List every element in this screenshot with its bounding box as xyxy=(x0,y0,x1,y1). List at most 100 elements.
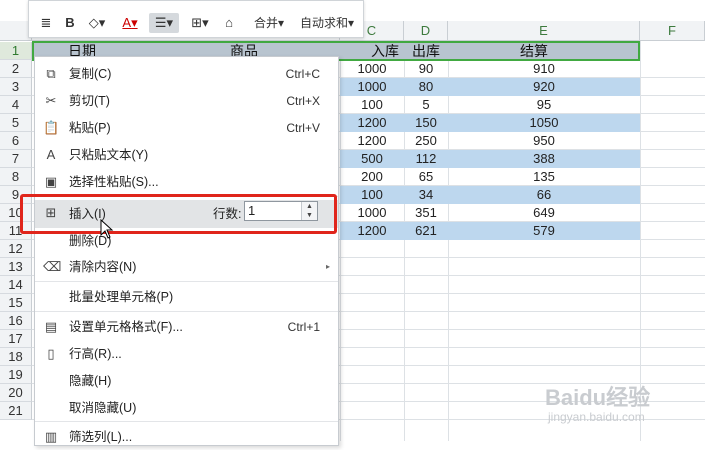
menu-cut-label: 剪切(T) xyxy=(69,94,110,108)
row-header-20[interactable]: 20 xyxy=(0,384,32,402)
cell-d[interactable]: 150 xyxy=(404,114,448,132)
menu-unhide-label: 取消隐藏(U) xyxy=(69,401,137,415)
row-header-6[interactable]: 6 xyxy=(0,132,32,150)
menu-filter-label: 筛选列(L)... xyxy=(69,430,133,444)
cell-c[interactable]: 200 xyxy=(340,168,404,186)
cell-c[interactable]: 500 xyxy=(340,150,404,168)
cell-d[interactable]: 621 xyxy=(404,222,448,240)
cell-e[interactable]: 135 xyxy=(448,168,640,186)
row-header-2[interactable]: 2 xyxy=(0,60,32,78)
merge-button[interactable]: 合并▾ xyxy=(249,13,289,33)
menu-copy[interactable]: ⧉ 复制(C) Ctrl+C xyxy=(35,61,338,87)
cell-c[interactable]: 100 xyxy=(340,96,404,114)
header-out: 出库 xyxy=(412,43,440,59)
header-result: 结算 xyxy=(520,43,548,59)
cell-d[interactable]: 65 xyxy=(404,168,448,186)
eraser-icon: ⌫ xyxy=(43,259,62,274)
menu-batch[interactable]: 批量处理单元格(P) xyxy=(35,284,338,310)
cell-d[interactable]: 112 xyxy=(404,150,448,168)
cell-c[interactable]: 1000 xyxy=(340,204,404,222)
menu-hide[interactable]: 隐藏(H) xyxy=(35,368,338,394)
cell-d[interactable]: 34 xyxy=(404,186,448,204)
header-in: 入库 xyxy=(371,43,399,59)
menu-paste-special[interactable]: ▣ 选择性粘贴(S)... xyxy=(35,169,338,195)
row-header-16[interactable]: 16 xyxy=(0,312,32,330)
row-header-14[interactable]: 14 xyxy=(0,276,32,294)
menu-paste-label: 粘贴(P) xyxy=(69,121,111,135)
cell-e[interactable]: 950 xyxy=(448,132,640,150)
cell-c[interactable]: 1200 xyxy=(340,132,404,150)
menu-copy-label: 复制(C) xyxy=(69,67,112,81)
row-header-4[interactable]: 4 xyxy=(0,96,32,114)
cell-e[interactable]: 95 xyxy=(448,96,640,114)
row-header-13[interactable]: 13 xyxy=(0,258,32,276)
highlight-box xyxy=(20,194,337,234)
cell-c[interactable]: 100 xyxy=(340,186,404,204)
cell-e[interactable]: 649 xyxy=(448,204,640,222)
cell-c[interactable]: 1200 xyxy=(340,222,404,240)
cell-e[interactable]: 920 xyxy=(448,78,640,96)
autosum-button[interactable]: 自动求和▾ xyxy=(295,13,359,33)
menu-cut[interactable]: ✂ 剪切(T) Ctrl+X xyxy=(35,88,338,114)
menu-batch-label: 批量处理单元格(P) xyxy=(69,290,174,304)
col-header-f[interactable]: F xyxy=(640,21,705,41)
cell-d[interactable]: 90 xyxy=(404,60,448,78)
scissors-icon: ✂ xyxy=(45,93,57,108)
autosum-label: 自动求和 xyxy=(299,16,348,30)
paste-special-icon: ▣ xyxy=(44,174,58,189)
cell-e[interactable]: 910 xyxy=(448,60,640,78)
context-menu: ⧉ 复制(C) Ctrl+C ✂ 剪切(T) Ctrl+X 📋 粘贴(P) Ct… xyxy=(34,56,339,446)
cell-c[interactable]: 1200 xyxy=(340,114,404,132)
cell-e[interactable]: 1050 xyxy=(448,114,640,132)
cell-c[interactable]: 1000 xyxy=(340,60,404,78)
menu-hide-label: 隐藏(H) xyxy=(69,374,112,388)
row-header-3[interactable]: 3 xyxy=(0,78,32,96)
menu-filter[interactable]: ▥ 筛选列(L)... xyxy=(35,424,338,450)
copy-icon: ⧉ xyxy=(46,66,56,81)
cell-d[interactable]: 80 xyxy=(404,78,448,96)
menu-paste-text-label: 只粘贴文本(Y) xyxy=(69,148,149,162)
menu-clear[interactable]: ⌫ 清除内容(N) ▸ xyxy=(35,254,338,280)
row-header-21[interactable]: 21 xyxy=(0,402,32,420)
row-header-15[interactable]: 15 xyxy=(0,294,32,312)
row-header-8[interactable]: 8 xyxy=(0,168,32,186)
row-header-19[interactable]: 19 xyxy=(0,366,32,384)
row-header-5[interactable]: 5 xyxy=(0,114,32,132)
menu-format-shortcut: Ctrl+1 xyxy=(287,320,320,334)
menu-clear-label: 清除内容(N) xyxy=(69,260,137,274)
fill-color-icon[interactable]: ◇▾ xyxy=(83,13,111,33)
cell-e[interactable]: 66 xyxy=(448,186,640,204)
wrap-text-icon[interactable]: ≣ xyxy=(35,13,57,33)
format-painter-icon[interactable]: ⌂ xyxy=(219,13,239,33)
cell-e[interactable]: 579 xyxy=(448,222,640,240)
borders-icon[interactable]: ⊞▾ xyxy=(185,13,215,33)
submenu-arrow-icon: ▸ xyxy=(325,262,330,271)
font-color-button[interactable]: A▾ xyxy=(117,13,143,33)
mouse-cursor-icon xyxy=(100,219,114,239)
menu-paste-text[interactable]: A 只粘贴文本(Y) xyxy=(35,142,338,168)
cell-c[interactable]: 1000 xyxy=(340,78,404,96)
row-header-18[interactable]: 18 xyxy=(0,348,32,366)
menu-unhide[interactable]: 取消隐藏(U) xyxy=(35,395,338,421)
row-header-12[interactable]: 12 xyxy=(0,240,32,258)
paste-text-icon: A xyxy=(46,147,56,162)
clipboard-icon: 📋 xyxy=(43,120,60,135)
cell-d[interactable]: 351 xyxy=(404,204,448,222)
col-header-d[interactable]: D xyxy=(404,21,448,41)
watermark-url: jingyan.baidu.com xyxy=(548,410,645,424)
menu-paste[interactable]: 📋 粘贴(P) Ctrl+V xyxy=(35,115,338,141)
font-color-label: A xyxy=(122,15,132,30)
row-header-7[interactable]: 7 xyxy=(0,150,32,168)
menu-row-height[interactable]: ▯ 行高(R)... xyxy=(35,341,338,367)
row-header-17[interactable]: 17 xyxy=(0,330,32,348)
col-header-e[interactable]: E xyxy=(448,21,640,41)
menu-format-cells[interactable]: ▤ 设置单元格格式(F)... Ctrl+1 xyxy=(35,314,338,340)
row-header-1[interactable]: 1 xyxy=(0,42,32,60)
row-height-icon: ▯ xyxy=(47,346,55,361)
bold-button[interactable]: B xyxy=(61,13,79,33)
cell-d[interactable]: 5 xyxy=(404,96,448,114)
align-center-icon[interactable]: ☰▾ xyxy=(149,13,179,33)
cell-d[interactable]: 250 xyxy=(404,132,448,150)
cell-e[interactable]: 388 xyxy=(448,150,640,168)
menu-paste-shortcut: Ctrl+V xyxy=(286,121,320,135)
